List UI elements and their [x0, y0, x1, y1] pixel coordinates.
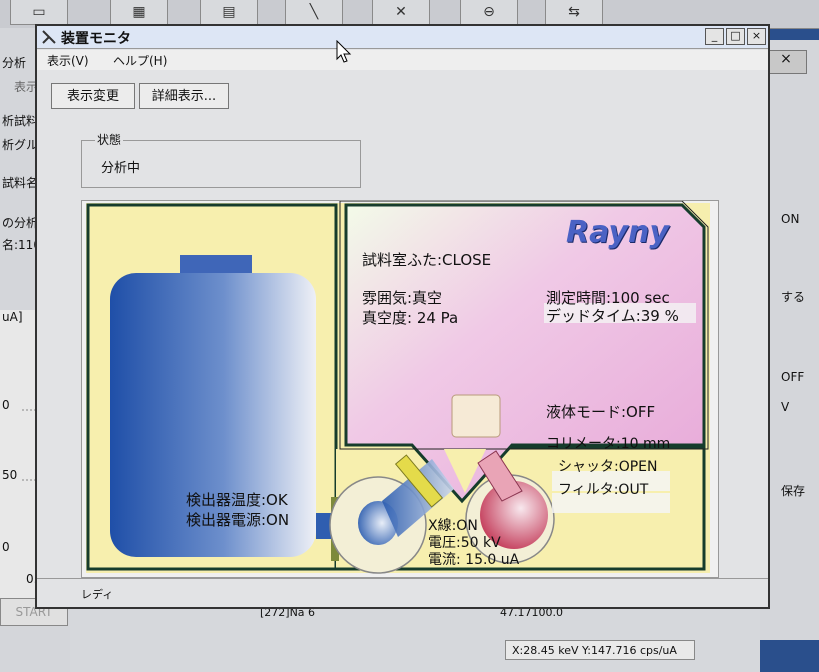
axis-tick-label: 50	[2, 468, 18, 482]
status-separator	[37, 578, 768, 579]
background-window-close[interactable]: ×	[765, 50, 807, 74]
filter-status: フィルタ:OUT	[558, 482, 649, 498]
ready-status: レディ	[81, 588, 114, 601]
sample-lid-status: 試料室ふた:CLOSE	[362, 251, 492, 269]
line-tool-icon[interactable]: ╲	[285, 0, 343, 25]
current-status: 電流: 15.0 uA	[428, 552, 520, 568]
bg-label: 析試料	[2, 114, 39, 128]
menu-bar: 表示(V) ヘルプ(H)	[37, 50, 768, 70]
close-button[interactable]: ×	[747, 28, 766, 45]
minimize-button[interactable]: _	[705, 28, 724, 45]
maximize-button[interactable]: □	[726, 28, 745, 45]
status-value: 分析中	[101, 161, 141, 176]
detail-display-button[interactable]: 詳細表示...	[139, 83, 229, 109]
axis-tick-label: 0	[2, 540, 10, 554]
bg-tab-analysis[interactable]: 分析	[2, 54, 26, 71]
app-icon	[42, 30, 56, 44]
table-tool-icon[interactable]: ▤	[200, 0, 258, 25]
title-bar[interactable]: 装置モニタ _ □ ×	[37, 26, 768, 49]
atmosphere-status: 雰囲気:真空	[362, 289, 443, 307]
transfer-tool-icon[interactable]: ⇆	[545, 0, 603, 25]
window-title: 装置モニタ	[61, 31, 131, 47]
bg-label: 試料名	[2, 176, 39, 190]
brand-logo: Rayny	[566, 215, 669, 250]
bg-label: OFF	[781, 370, 805, 384]
wrench-tool-icon[interactable]: ✕	[372, 0, 430, 25]
vacuum-status: 真空度: 24 Pa	[362, 309, 459, 327]
background-bottom-panel: [272]Na 6 47.17100.0	[70, 600, 760, 672]
menu-view[interactable]: 表示(V)	[47, 52, 89, 69]
detector-temp-status: 検出器温度:OK	[186, 491, 288, 509]
menu-help[interactable]: ヘルプ(H)	[113, 52, 167, 69]
sample-tool-icon[interactable]: ⊖	[460, 0, 518, 25]
change-display-button[interactable]: 表示変更	[51, 83, 135, 109]
cursor-coordinates: X:28.45 keV Y:147.716 cps/uA	[505, 640, 695, 660]
background-tool-button[interactable]: ▭	[10, 0, 68, 25]
bg-label: ON	[781, 212, 800, 226]
dead-time: デッドタイム:39 %	[546, 307, 679, 325]
device-diagram: Rayny 試料室ふた:CLOSE 雰囲気:真空 真空度: 24 Pa 測定時間…	[81, 200, 719, 578]
detector-power-status: 検出器電源:ON	[186, 511, 290, 529]
collimator-status: コリメータ:10 mm	[546, 436, 671, 452]
device-monitor-window: 装置モニタ _ □ × 表示(V) ヘルプ(H) 表示変更 詳細表示... 状態…	[35, 24, 770, 609]
mouse-cursor-icon	[336, 40, 352, 63]
axis-tick-label: 0	[2, 398, 10, 412]
liquid-mode-status: 液体モード:OFF	[546, 403, 656, 421]
axis-unit-label: uA]	[2, 310, 23, 324]
bg-label: V	[781, 400, 790, 414]
bg-label: する	[781, 290, 806, 304]
bg-save-button[interactable]: 保存	[781, 482, 805, 499]
chart-tool-icon[interactable]: ▦	[110, 0, 168, 25]
shutter-status: シャッタ:OPEN	[558, 459, 658, 475]
status-label: 状態	[95, 131, 124, 148]
